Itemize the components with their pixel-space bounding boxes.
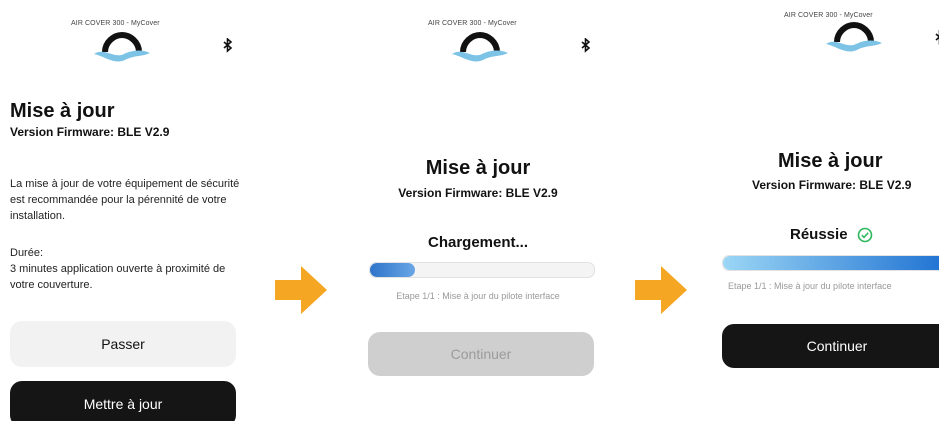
step-text: Etape 1/1 : Mise à jour du pilote interf… — [728, 281, 892, 291]
brand-label: AIR COVER 300 - MyCover — [71, 20, 160, 27]
progress-bar — [369, 262, 595, 278]
duration-text: 3 minutes application ouverte à proximit… — [10, 263, 226, 291]
duration-label: Durée: — [10, 247, 44, 259]
continue-button-label: Continuer — [806, 338, 868, 354]
screen-update-success: AIR COVER 300 - MyCover Mise à jour Vers… — [708, 0, 939, 421]
continue-button[interactable]: Continuer — [722, 324, 939, 368]
progress-fill — [370, 263, 415, 277]
status-text: Chargement... — [427, 234, 529, 251]
status-text: Réussie — [790, 226, 848, 243]
page-title: Mise à jour — [778, 150, 883, 172]
continue-button-label: Continuer — [450, 346, 512, 362]
bluetooth-icon[interactable] — [935, 30, 939, 45]
brand-label: AIR COVER 300 - MyCover — [784, 12, 873, 19]
continue-button[interactable]: Continuer — [368, 332, 594, 376]
mycover-logo-icon — [452, 31, 508, 62]
firmware-version: Version Firmware: BLE V2.9 — [10, 125, 170, 139]
skip-button[interactable]: Passer — [10, 321, 236, 367]
screen-update-prompt: AIR COVER 300 - MyCover Mise à jour Vers… — [0, 0, 252, 421]
mycover-logo-icon — [826, 21, 882, 52]
update-description: La mise à jour de votre équipement de sé… — [10, 178, 240, 222]
screen-update-loading: AIR COVER 300 - MyCover Mise à jour Vers… — [352, 0, 604, 421]
bluetooth-icon[interactable] — [223, 38, 233, 53]
mycover-logo-icon — [94, 31, 150, 62]
arrow-right-icon — [635, 266, 687, 314]
arrow-right-icon — [275, 266, 327, 314]
page-title: Mise à jour — [10, 100, 115, 122]
step-text: Etape 1/1 : Mise à jour du pilote interf… — [396, 291, 560, 301]
update-button-label: Mettre à jour — [83, 396, 163, 412]
page-title: Mise à jour — [425, 157, 531, 179]
brand-label: AIR COVER 300 - MyCover — [428, 20, 517, 27]
firmware-version: Version Firmware: BLE V2.9 — [398, 186, 558, 200]
skip-button-label: Passer — [101, 336, 145, 352]
firmware-version: Version Firmware: BLE V2.9 — [752, 178, 912, 192]
progress-bar — [722, 255, 939, 271]
progress-fill — [723, 256, 939, 270]
update-button[interactable]: Mettre à jour — [10, 381, 236, 421]
bluetooth-icon[interactable] — [581, 38, 591, 53]
check-circle-icon — [857, 227, 873, 243]
